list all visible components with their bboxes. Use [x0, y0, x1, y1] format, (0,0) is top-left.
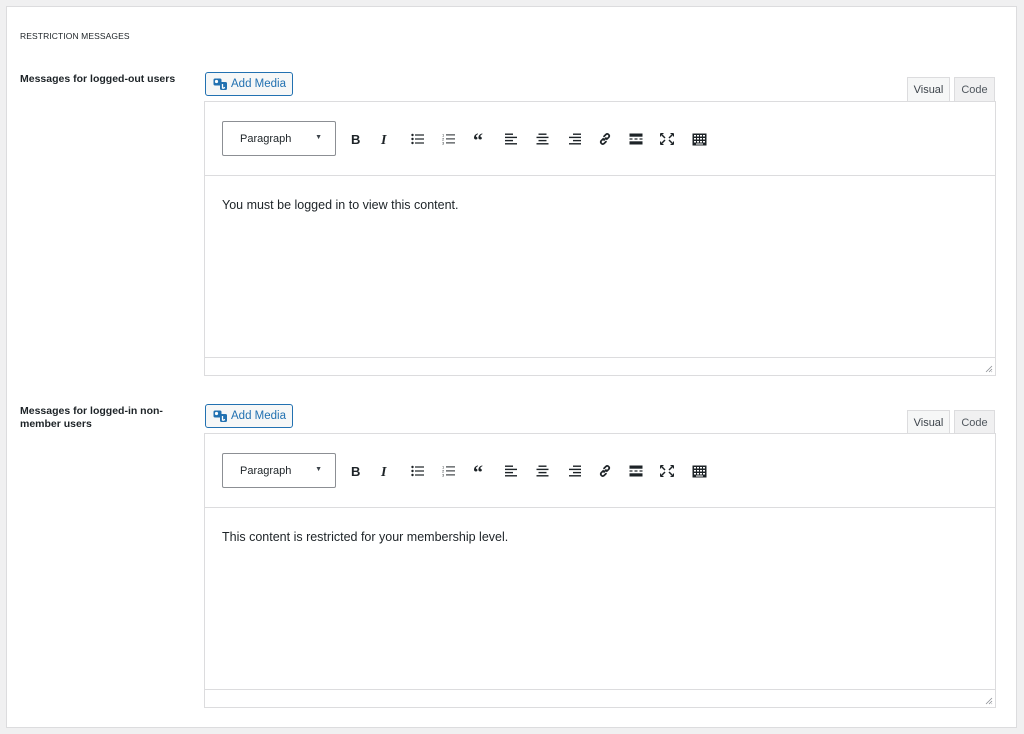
- caret-down-icon: ▼: [315, 466, 322, 473]
- align-right-icon: [568, 465, 581, 477]
- resize-handle-icon[interactable]: [985, 365, 993, 373]
- link-icon: [599, 465, 611, 477]
- align-left-icon: [504, 465, 517, 477]
- svg-text:“: “: [473, 465, 483, 477]
- numbered-list-button[interactable]: 123: [438, 129, 458, 149]
- svg-text:B: B: [351, 133, 360, 145]
- tab-visual[interactable]: Visual: [907, 410, 950, 434]
- format-select-value: Paragraph: [240, 464, 292, 477]
- bold-button[interactable]: B: [345, 129, 365, 149]
- italic-icon: I: [380, 133, 387, 145]
- caret-down-icon: ▼: [315, 134, 322, 141]
- bold-icon: B: [351, 465, 360, 477]
- align-center-icon: [536, 133, 548, 145]
- italic-button[interactable]: I: [375, 461, 395, 481]
- align-center-button[interactable]: [532, 461, 552, 481]
- media-icon: [213, 410, 228, 423]
- media-icon: [213, 78, 228, 91]
- align-right-icon: [568, 133, 581, 145]
- toolbar-toggle-button[interactable]: [689, 129, 709, 149]
- editor-content[interactable]: You must be logged in to view this conte…: [205, 176, 995, 357]
- align-left-icon: [504, 133, 517, 145]
- add-media-button[interactable]: Add Media: [205, 404, 293, 428]
- read-more-button[interactable]: [626, 461, 646, 481]
- editor-paragraph: This content is restricted for your memb…: [222, 530, 509, 544]
- editor-content[interactable]: This content is restricted for your memb…: [205, 508, 995, 689]
- editor-toolbar: Paragraph ▼ B I 123 “: [205, 434, 995, 508]
- settings-panel: RESTRICTION MESSAGES Messages for logged…: [6, 6, 1017, 728]
- svg-text:B: B: [351, 465, 360, 477]
- tab-visual[interactable]: Visual: [907, 77, 950, 101]
- add-media-button[interactable]: Add Media: [205, 72, 293, 96]
- tab-code[interactable]: Code: [954, 77, 995, 101]
- read-more-icon: [629, 133, 643, 145]
- row-label: Messages for logged-out users: [20, 73, 176, 85]
- link-icon: [599, 133, 611, 145]
- italic-button[interactable]: I: [375, 129, 395, 149]
- read-more-button[interactable]: [626, 129, 646, 149]
- tab-code[interactable]: Code: [954, 410, 995, 434]
- bulleted-list-icon: [410, 133, 424, 145]
- blockquote-button[interactable]: “: [470, 129, 490, 149]
- format-select[interactable]: Paragraph ▼: [222, 121, 336, 156]
- italic-icon: I: [380, 465, 387, 477]
- align-center-button[interactable]: [532, 129, 552, 149]
- fullscreen-icon: [660, 465, 674, 477]
- link-button[interactable]: [595, 461, 615, 481]
- link-button[interactable]: [595, 129, 615, 149]
- fullscreen-button[interactable]: [657, 129, 677, 149]
- toolbar-toggle-icon: [692, 465, 706, 477]
- fullscreen-icon: [660, 133, 674, 145]
- bulleted-list-icon: [410, 465, 424, 477]
- rich-text-editor: Paragraph ▼ B I 123 “ You must be logged…: [204, 101, 996, 376]
- resize-handle-icon[interactable]: [985, 697, 993, 705]
- fullscreen-button[interactable]: [657, 461, 677, 481]
- add-media-label: Add Media: [231, 410, 286, 422]
- blockquote-icon: “: [473, 465, 483, 477]
- format-select[interactable]: Paragraph ▼: [222, 453, 336, 488]
- read-more-icon: [629, 465, 643, 477]
- blockquote-icon: “: [473, 133, 483, 145]
- format-select-value: Paragraph: [240, 132, 292, 145]
- editor-statusbar: [205, 357, 995, 375]
- svg-text:3: 3: [442, 141, 445, 146]
- editor-statusbar: [205, 689, 995, 707]
- toolbar-toggle-button[interactable]: [689, 461, 709, 481]
- rich-text-editor: Paragraph ▼ B I 123 “ This content is re…: [204, 433, 996, 708]
- blockquote-button[interactable]: “: [470, 461, 490, 481]
- align-right-button[interactable]: [564, 129, 584, 149]
- editor-toolbar: Paragraph ▼ B I 123 “: [205, 102, 995, 176]
- align-left-button[interactable]: [501, 129, 521, 149]
- align-center-icon: [536, 465, 548, 477]
- numbered-list-icon: 123: [442, 133, 455, 145]
- editor-paragraph: You must be logged in to view this conte…: [222, 198, 459, 212]
- toolbar-toggle-icon: [692, 133, 706, 145]
- bulleted-list-button[interactable]: [407, 461, 427, 481]
- numbered-list-icon: 123: [442, 465, 455, 477]
- svg-text:3: 3: [442, 473, 445, 478]
- bold-button[interactable]: B: [345, 461, 365, 481]
- bulleted-list-button[interactable]: [407, 129, 427, 149]
- row-label: Messages for logged-in non-member users: [20, 405, 163, 430]
- numbered-list-button[interactable]: 123: [438, 461, 458, 481]
- section-title: RESTRICTION MESSAGES: [20, 31, 130, 41]
- svg-text:I: I: [380, 465, 387, 477]
- svg-text:I: I: [380, 133, 387, 145]
- align-right-button[interactable]: [564, 461, 584, 481]
- add-media-label: Add Media: [231, 78, 286, 90]
- bold-icon: B: [351, 133, 360, 145]
- svg-text:“: “: [473, 133, 483, 145]
- align-left-button[interactable]: [501, 461, 521, 481]
